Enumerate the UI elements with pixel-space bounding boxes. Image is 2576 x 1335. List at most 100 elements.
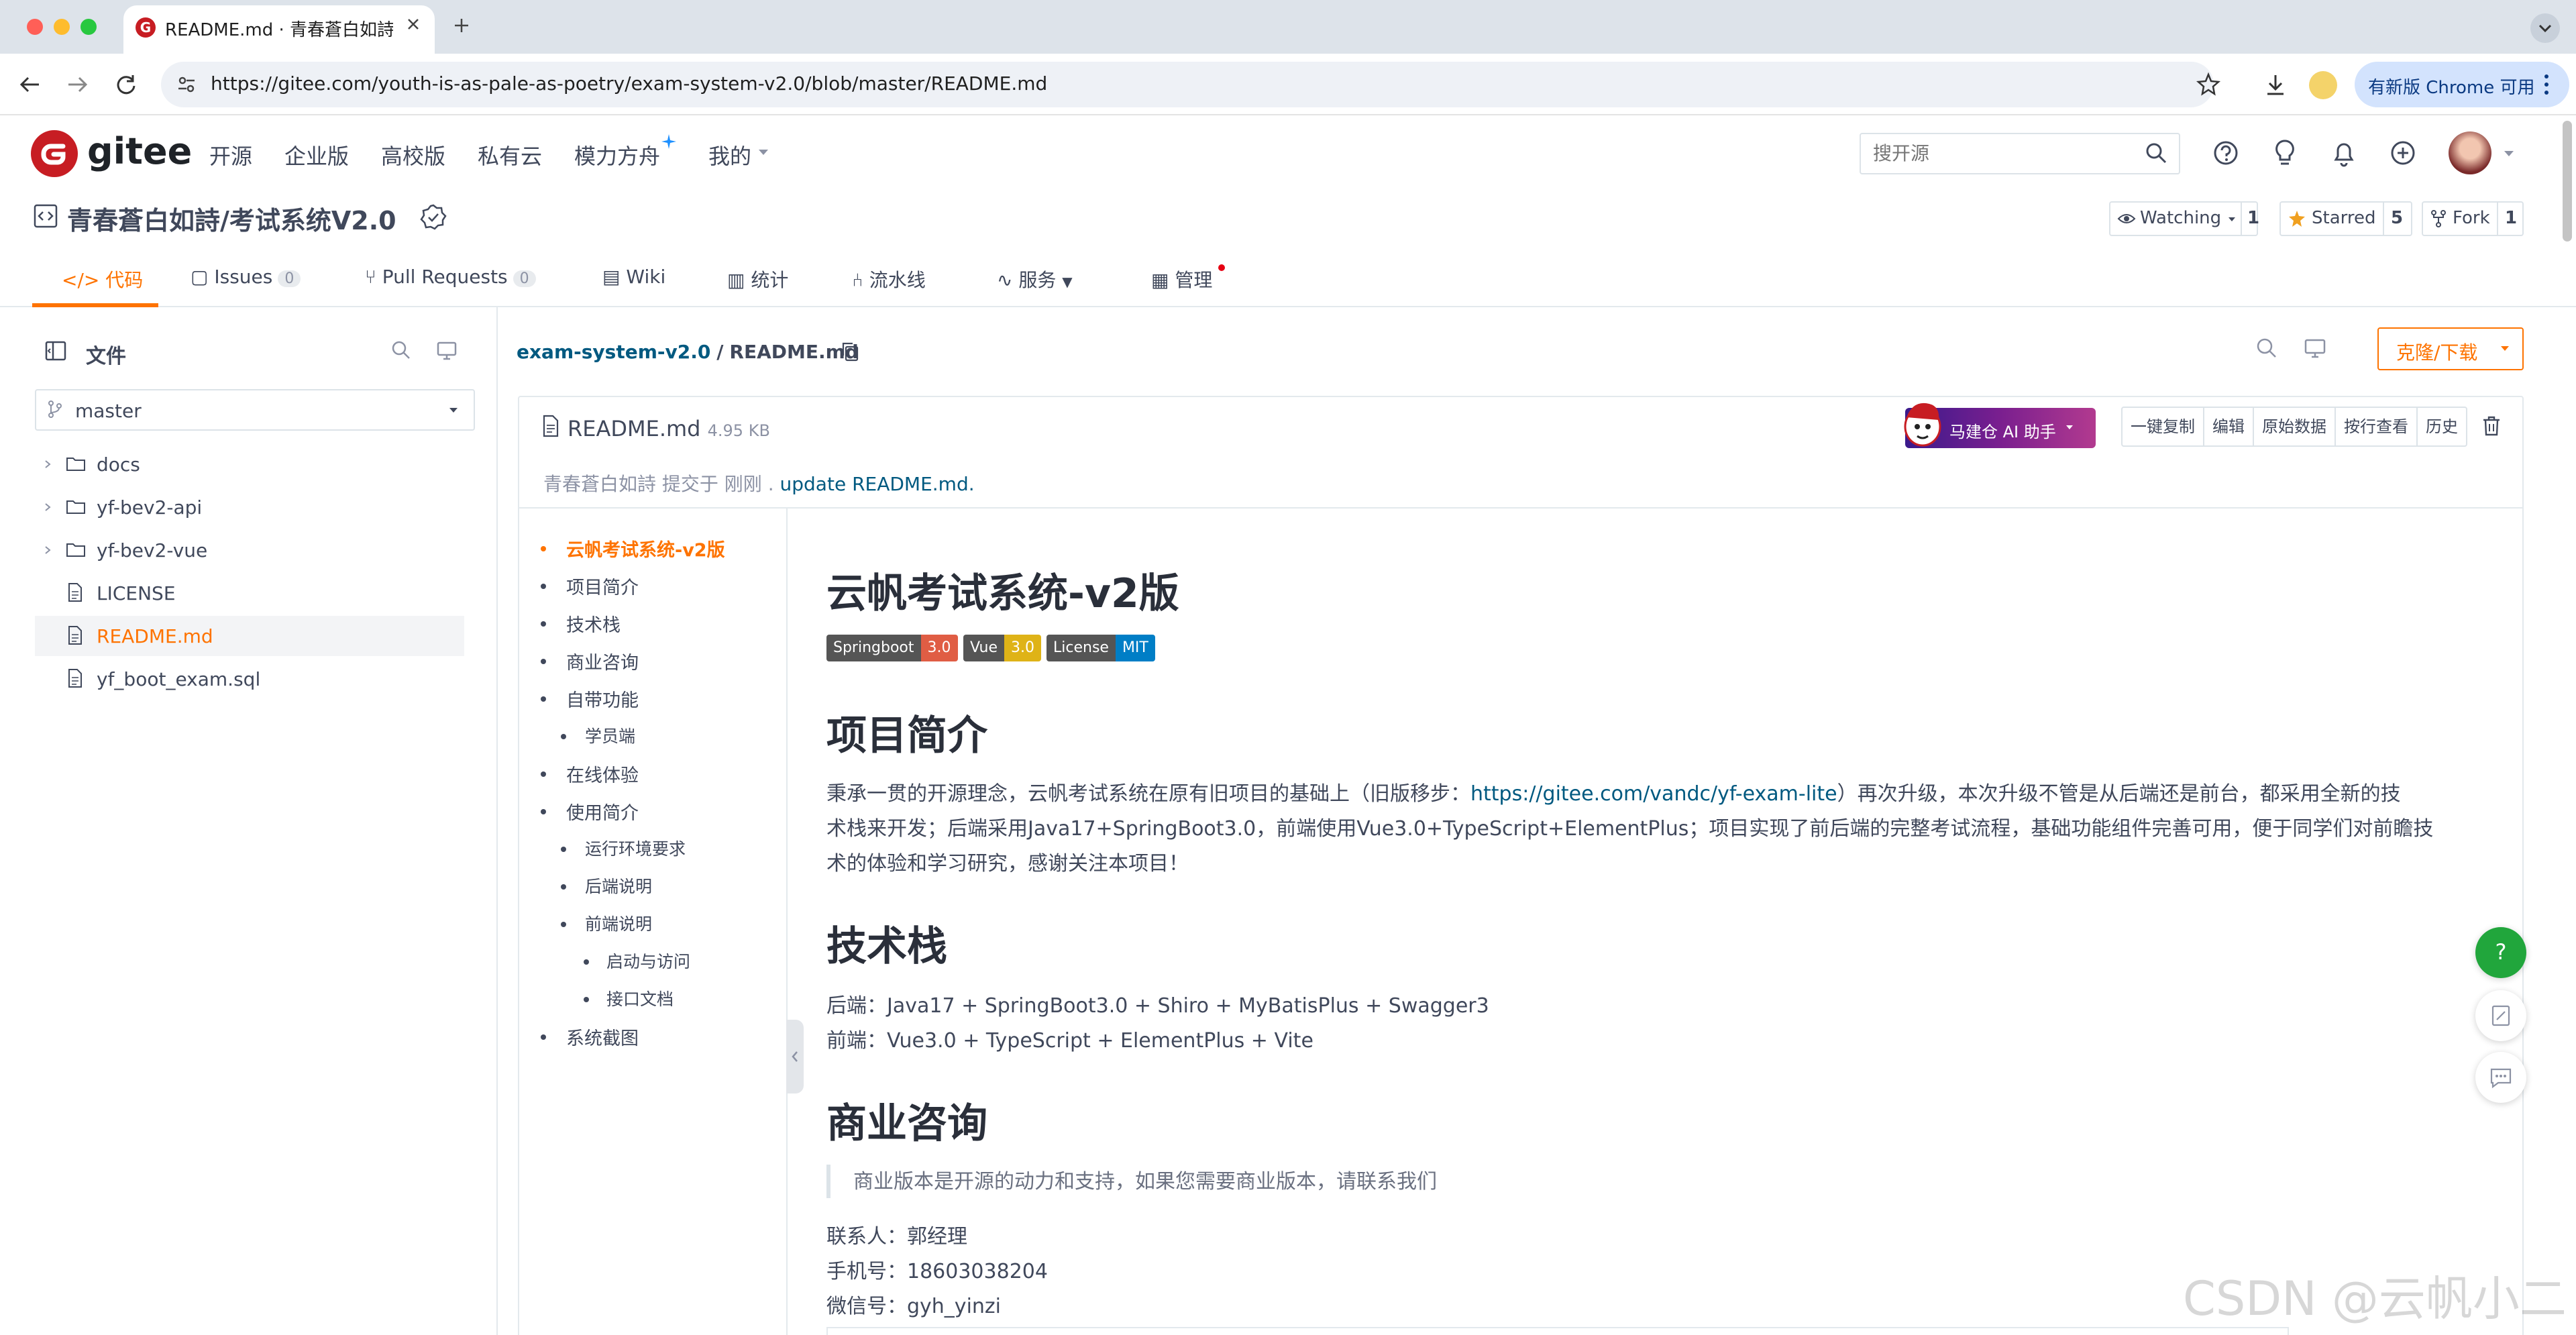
chevron-right-icon[interactable] [43,545,52,555]
user-avatar[interactable] [2449,131,2491,174]
tab-close-icon[interactable] [404,15,423,34]
search-icon[interactable] [2144,141,2168,165]
code-icon: </> [62,269,100,291]
help-float-button[interactable]: ? [2475,927,2526,978]
chat-float-button[interactable] [2475,1052,2526,1103]
tree-item-yf-bev2-api[interactable]: yf-bev2-api [35,487,464,527]
toc-item[interactable]: 接口文档 [606,986,674,1010]
repo-title[interactable]: 青春蒼白如詩/考试系统V2.0 [67,200,396,237]
content-monitor-icon[interactable] [2304,338,2326,360]
download-icon[interactable] [2262,71,2289,98]
profile-avatar[interactable] [2309,71,2337,99]
nav-moli[interactable]: 模力方舟 [574,140,660,170]
commit-info: 青春蒼白如詩 提交于 刚刚 . update README.md. [543,470,975,496]
chevron-right-icon[interactable] [43,459,52,470]
toc-item[interactable]: 云帆考试系统-v2版 [566,535,725,562]
bookmark-star-icon[interactable] [2195,71,2222,98]
toc-item[interactable]: 后端说明 [585,873,652,898]
feedback-float-button[interactable] [2475,990,2526,1041]
toc-item[interactable]: 使用简介 [566,798,639,824]
gitee-logo-text[interactable]: gitee [87,130,192,172]
help-icon[interactable] [2212,140,2239,166]
lightbulb-icon[interactable] [2271,138,2298,168]
tree-item-sql[interactable]: yf_boot_exam.sql [35,659,464,699]
sidebar-toggle-icon[interactable] [44,339,67,362]
user-menu-caret-icon[interactable] [2502,149,2516,158]
file-search-icon[interactable] [390,339,412,361]
toc-item[interactable]: 自带功能 [566,686,639,712]
toc-item[interactable]: 前端说明 [585,911,652,935]
tree-item-license[interactable]: LICENSE [35,573,464,613]
plus-circle-icon[interactable] [2390,140,2416,166]
toc-item[interactable]: 运行环境要求 [585,836,686,860]
line-view-button[interactable]: 按行查看 [2336,408,2418,445]
toc-item[interactable]: 项目简介 [566,573,639,599]
toc-bullet [541,809,546,814]
tab-wiki[interactable]: ▤ Wiki [602,266,665,288]
monitor-icon[interactable] [436,341,458,361]
tree-item-docs[interactable]: docs [35,444,464,484]
tree-item-label: docs [97,453,140,476]
tab-pull-requests[interactable]: ⑂ Pull Requests 0 [365,266,536,288]
commit-message-link[interactable]: update README.md. [780,473,975,495]
back-arrow-icon[interactable] [16,72,43,97]
window-close-button[interactable] [27,19,43,35]
tab-search-icon[interactable] [2530,13,2560,43]
toc-item[interactable]: 商业咨询 [566,648,639,674]
menu-kebab-icon[interactable] [2540,72,2553,97]
history-button[interactable]: 历史 [2418,408,2466,445]
repo-badge-icon[interactable] [419,203,448,232]
toc-item[interactable]: 系统截图 [566,1024,639,1050]
site-settings-icon[interactable] [176,74,197,95]
toc-bullet [584,959,589,965]
issues-count-badge: 0 [278,270,301,287]
toc-item[interactable]: 启动与访问 [606,949,690,973]
copy-path-icon[interactable] [840,341,860,362]
toc-collapse-handle[interactable] [786,1020,804,1093]
content-search-icon[interactable] [2255,337,2278,360]
address-url[interactable]: https://gitee.com/youth-is-as-pale-as-po… [211,72,1047,95]
reload-icon[interactable] [113,71,140,98]
page-scrollbar[interactable] [2563,121,2572,242]
search-input[interactable] [1873,142,2128,164]
gitee-logo-icon[interactable] [31,130,78,177]
toc-item[interactable]: 学员端 [585,723,635,747]
new-tab-icon[interactable] [451,15,472,36]
tab-service[interactable]: ∿ 服务 ▼ [997,266,1073,292]
toc-item[interactable]: 在线体验 [566,761,639,787]
tree-item-yf-bev2-vue[interactable]: yf-bev2-vue [35,530,464,570]
copy-all-button[interactable]: 一键复制 [2123,408,2204,445]
nav-mine[interactable]: 我的 [708,140,751,170]
bell-icon[interactable] [2330,138,2357,168]
raw-button[interactable]: 原始数据 [2254,408,2336,445]
folder-icon [66,500,85,514]
nav-education[interactable]: 高校版 [381,140,445,170]
tab-code[interactable]: </> 代码 [62,266,143,292]
tab-stats[interactable]: ▥ 统计 [727,266,788,292]
eye-icon [2117,212,2136,225]
breadcrumb-file: README.md [729,341,859,363]
file-name: README.md 4.95 KB [568,416,770,441]
toc-bullet [561,922,566,927]
tab-issues[interactable]: ▢ Issues 0 [191,266,301,288]
window-maximize-button[interactable] [80,19,97,35]
trash-icon[interactable] [2481,415,2502,437]
old-version-link[interactable]: https://gitee.com/vandc/yf-exam-lite [1470,782,1837,806]
tab-manage[interactable]: ▦ 管理 [1151,266,1212,292]
nav-opensource[interactable]: 开源 [209,140,252,170]
forward-arrow-icon[interactable] [64,72,91,97]
breadcrumb-repo-link[interactable]: exam-system-v2.0 [517,341,710,363]
watching-count[interactable]: 1 [2247,208,2259,228]
chevron-right-icon[interactable] [43,502,52,513]
toc-item[interactable]: 技术栈 [566,610,621,637]
folder-icon [66,543,85,557]
fork-count[interactable]: 1 [2505,208,2517,228]
nav-enterprise[interactable]: 企业版 [284,140,349,170]
tab-pipeline[interactable]: ⑃ 流水线 [852,266,926,292]
nav-private-cloud[interactable]: 私有云 [478,140,542,170]
starred-count[interactable]: 5 [2391,208,2403,228]
tree-item-readme[interactable]: README.md [35,616,464,656]
window-minimize-button[interactable] [54,19,70,35]
edit-button[interactable]: 编辑 [2204,408,2254,445]
file-doc-icon [542,415,559,437]
